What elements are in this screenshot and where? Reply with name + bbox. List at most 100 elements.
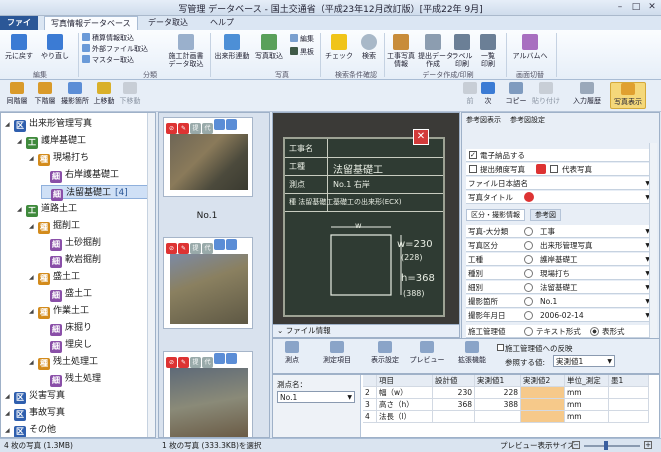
delete-icon[interactable]: ⊘ <box>166 123 177 134</box>
grid-cell[interactable]: 法長（l） <box>377 411 433 423</box>
reflect-checkbox[interactable] <box>497 344 504 351</box>
expand-icon[interactable]: ◢ <box>5 118 13 132</box>
zoom-out-icon[interactable]: − <box>572 441 580 449</box>
tree-node[interactable]: 細残土処理 <box>41 372 101 387</box>
move-up-button[interactable]: 上移動 <box>92 82 116 106</box>
import-external-button[interactable]: 外部ファイル取込 <box>82 44 148 54</box>
maximize-icon[interactable]: □ <box>628 2 644 13</box>
prev-button[interactable]: 前 <box>462 82 478 106</box>
tab-help[interactable]: ヘルプ <box>204 16 240 30</box>
tree-node[interactable]: ◢ 区その他 <box>5 423 56 437</box>
property-row[interactable]: 細別 法留基礎工 ▼ <box>466 281 652 294</box>
grid-cell[interactable]: 368 <box>433 399 475 411</box>
radio-icon[interactable] <box>524 283 533 292</box>
close-icon[interactable]: ✕ <box>644 2 660 13</box>
ref-value-select[interactable]: 実測値1 ▼ <box>553 355 615 367</box>
same-level-button[interactable]: 同階層 <box>4 82 30 106</box>
tree-node[interactable]: ◢ 区事故写真 <box>5 406 65 421</box>
rep-badge[interactable]: 代 <box>202 123 213 134</box>
station-button[interactable]: 測点 <box>277 341 307 365</box>
grid-cell[interactable]: 230 <box>433 387 475 399</box>
grid-cell[interactable]: mm <box>565 399 609 411</box>
radio-table[interactable] <box>590 327 599 336</box>
photo-info-button[interactable]: 工事写真 情報 <box>386 34 416 68</box>
expand-icon[interactable]: ◢ <box>17 135 25 149</box>
board-button[interactable]: 黒板 <box>290 47 314 57</box>
rep-badge[interactable]: 代 <box>202 357 213 368</box>
tree-node[interactable]: ◢ 種掘削工 <box>29 219 80 234</box>
rep-badge[interactable]: 代 <box>202 243 213 254</box>
property-row[interactable]: 種別 現場打ち ▼ <box>466 267 652 280</box>
child-level-button[interactable]: 下階層 <box>32 82 58 106</box>
ref-view-label[interactable]: 参考図表示 <box>466 115 501 125</box>
tab-data-import[interactable]: データ取込 <box>142 16 194 30</box>
album-button[interactable]: アルバムへ <box>510 34 550 60</box>
outline-link-button[interactable]: 出来形連動 <box>212 34 252 60</box>
move-down-button[interactable]: 下移動 <box>118 82 142 106</box>
tree-node[interactable]: ◢ 工道路土工 <box>17 202 77 217</box>
submit-badge[interactable]: 提 <box>190 123 201 134</box>
thumbnail-card[interactable]: ⊘ ✎ 提代 <box>163 351 253 437</box>
tree-node[interactable]: 細右岸護基礎工 <box>41 168 119 183</box>
slider-thumb[interactable] <box>604 441 608 450</box>
paste-button[interactable]: 貼り付け <box>530 82 562 106</box>
zoom-in-icon[interactable]: + <box>644 441 652 449</box>
radio-icon[interactable] <box>524 241 533 250</box>
submit-data-button[interactable]: 提出データ 作成 <box>418 34 453 68</box>
list-print-button[interactable]: 一覧 印刷 <box>476 34 500 68</box>
grid-cell[interactable]: 幅（w） <box>377 387 433 399</box>
grid-cell[interactable] <box>521 411 565 423</box>
radio-icon[interactable] <box>524 311 533 320</box>
tree-node[interactable]: 細盛土工 <box>41 287 92 302</box>
photo-view-toggle[interactable]: 写真表示 <box>610 82 646 109</box>
import-master-button[interactable]: マスター取込 <box>82 55 134 65</box>
electronic-checkbox[interactable]: ✓ <box>469 151 477 159</box>
grid-cell[interactable]: 高さ（h） <box>377 399 433 411</box>
tree-node[interactable]: ◢ 区災害写真 <box>5 389 65 404</box>
expand-icon[interactable]: ◢ <box>5 407 13 421</box>
copy-button[interactable]: コピー <box>504 82 528 106</box>
radio-icon[interactable] <box>524 227 533 236</box>
preview-button[interactable]: プレビュー <box>407 341 447 365</box>
expand-icon[interactable]: ◢ <box>5 424 13 437</box>
grid-cell[interactable]: 388 <box>475 399 521 411</box>
expand-icon[interactable]: ◢ <box>29 152 37 166</box>
search-button[interactable]: 検索 <box>356 34 382 60</box>
measure-item-button[interactable]: 測定項目 <box>317 341 357 365</box>
tree-node[interactable]: ◢ 工護岸基礎工 <box>17 134 86 149</box>
reflect-link[interactable]: 施工管理値への反映 <box>497 343 573 354</box>
board-icon[interactable] <box>226 239 237 250</box>
doc-icon[interactable] <box>214 353 225 364</box>
input-history-button[interactable]: 入力履歴 <box>570 82 604 106</box>
tree-node[interactable]: ◢ 種盛土工 <box>29 270 80 285</box>
minimize-icon[interactable]: – <box>612 2 628 13</box>
grid-cell[interactable] <box>609 411 649 423</box>
thumbnail-card[interactable]: ⊘ ✎ 提代 <box>163 237 253 329</box>
rep-photo-checkbox[interactable] <box>550 165 558 173</box>
next-button[interactable]: 次 <box>480 82 496 106</box>
grid-cell[interactable]: 228 <box>475 387 521 399</box>
submit-freq-checkbox[interactable] <box>469 165 477 173</box>
delete-icon[interactable]: ⊘ <box>166 243 177 254</box>
submit-badge[interactable]: 提 <box>190 357 201 368</box>
photo-import-button[interactable]: 写真取込 <box>254 34 284 60</box>
grid-cell[interactable] <box>609 387 649 399</box>
expand-icon[interactable]: ◢ <box>5 390 13 404</box>
tab-shoot-info[interactable]: 区分・撮影情報 <box>466 209 525 221</box>
tree-node[interactable]: 細床掘り <box>41 321 92 336</box>
grid-cell[interactable]: 2 <box>363 387 377 399</box>
station-select[interactable]: No.1 ▼ <box>277 391 355 403</box>
import-estimate-button[interactable]: 積算情報取込 <box>82 33 134 43</box>
tree-node[interactable]: ◢ 種現場打ち <box>29 151 89 166</box>
grid-cell[interactable] <box>521 399 565 411</box>
grid-cell[interactable] <box>475 411 521 423</box>
plan-import-button[interactable]: 施工計画書 データ取込 <box>164 34 208 68</box>
preview-size-slider[interactable] <box>584 445 640 447</box>
grid-cell[interactable]: 3 <box>363 399 377 411</box>
extension-button[interactable]: 拡張機能 <box>453 341 491 365</box>
expand-icon[interactable]: ◢ <box>17 203 25 217</box>
property-row[interactable]: 工種 護岸基礎工 ▼ <box>466 253 652 266</box>
radio-text[interactable] <box>524 327 533 336</box>
thumbnail-card[interactable]: ⊘ ✎ 提代 <box>163 117 253 197</box>
board-icon[interactable] <box>226 119 237 130</box>
